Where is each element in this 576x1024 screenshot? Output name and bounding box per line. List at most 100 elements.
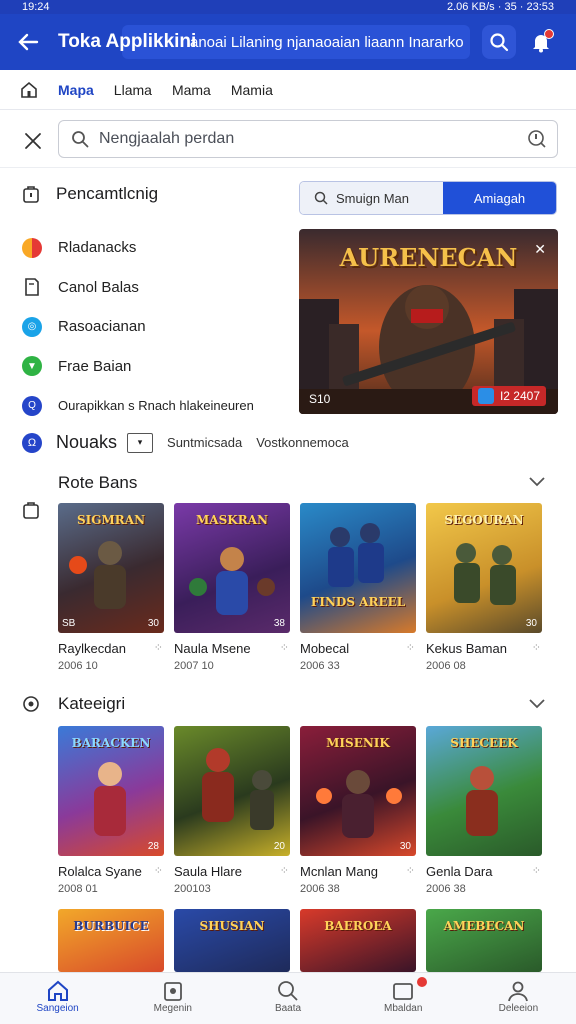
list-item[interactable]: Rladanacks [22, 228, 292, 268]
tab-llama[interactable]: Llama [114, 82, 152, 98]
card-art-title: SHUSIAN [199, 919, 265, 933]
tab-mapa[interactable]: Mapa [58, 82, 94, 98]
card-image: SEGOURAN 30 [426, 503, 542, 633]
chevron-down-icon[interactable] [528, 476, 546, 488]
user-icon [508, 981, 529, 1002]
inbox-icon [393, 983, 414, 1000]
back-button[interactable] [0, 14, 56, 70]
card-figure [316, 770, 402, 838]
nav-label: Megenin [153, 1003, 192, 1014]
more-icon[interactable]: ⁘ [280, 864, 290, 879]
segment-control: Smuign Man Amiagah [299, 181, 557, 215]
tab-mamia[interactable]: Mamia [231, 82, 273, 98]
more-icon[interactable]: ⁘ [532, 864, 542, 879]
nav-profile[interactable]: Deleeion [461, 973, 576, 1024]
bottom-nav: Sangeion Megenin Baata Mbaldan Deleeion [0, 972, 576, 1024]
nav-label: Sangeion [36, 1003, 79, 1014]
card-year: 2007 10 [174, 660, 214, 672]
game-card[interactable]: BAEROEA [300, 909, 416, 972]
card-row: BARACKEN 28 Rolalca Syane ⁘ 2008 01 20 Sa… [58, 726, 542, 895]
nav-library[interactable]: Megenin [115, 973, 230, 1024]
noval-filter-2[interactable]: Vostkonnemoca [256, 435, 349, 450]
more-icon[interactable]: ⁘ [280, 641, 290, 656]
card-tag-right: 30 [147, 618, 159, 629]
more-icon[interactable]: ⁘ [532, 641, 542, 656]
card-year: 2006 33 [300, 660, 340, 672]
card-art-title: FINDS AREEL [310, 595, 406, 609]
game-card[interactable]: BARACKEN 28 Rolalca Syane ⁘ 2008 01 [58, 726, 164, 895]
game-card[interactable]: MISENIK 30 Mcnlan Mang ⁘ 2006 38 [300, 726, 416, 895]
game-card[interactable]: SHECEEK Genla Dara ⁘ 2006 38 [426, 726, 542, 895]
card-name: Saula Hlare [174, 864, 242, 879]
search-input[interactable]: Nengjaalah perdan [58, 120, 558, 158]
card-row: SIGMRAN SB 30 Raylkecdan ⁘ 2006 10 MASKRA… [58, 503, 542, 672]
game-card[interactable]: SHUSIAN [174, 909, 290, 972]
card-year: 2008 01 [58, 883, 98, 895]
search-row: Nengjaalah perdan [0, 114, 576, 168]
voice-search-icon[interactable] [527, 129, 547, 149]
share-icon[interactable]: ✕ [534, 241, 546, 258]
segment-left-label: Smuign Man [336, 190, 409, 206]
game-card[interactable]: MASKRAN 38 Naula Msene ⁘ 2007 10 [174, 503, 290, 672]
nav-inbox[interactable]: Mbaldan [346, 973, 461, 1024]
card-name: Naula Msene [174, 641, 251, 656]
search-button[interactable] [482, 25, 516, 59]
banner-left-label: S10 [309, 392, 331, 406]
game-card[interactable]: 20 Saula Hlare ⁘ 200103 [174, 726, 290, 895]
bag-icon [23, 502, 39, 519]
game-card[interactable]: AMEBECAN [426, 909, 542, 972]
dropdown-icon[interactable]: ▾ [127, 432, 154, 453]
card-year: 2006 08 [426, 660, 466, 672]
card-name: Mobecal [300, 641, 350, 656]
notification-button[interactable] [524, 25, 558, 59]
noval-filter-1[interactable]: Suntmicsada [167, 435, 242, 450]
card-name: Mcnlan Mang [300, 864, 379, 879]
card-year: 200103 [174, 883, 211, 895]
status-bar: 19:24 2.06 KB/s · 35 · 23:53 [0, 0, 576, 14]
app-title: Toka Applikkini [58, 31, 197, 52]
card-image: 20 [174, 726, 290, 856]
more-icon[interactable]: ⁘ [154, 641, 164, 656]
card-tag-right: 20 [273, 841, 285, 852]
card-image: SHECEEK [426, 726, 542, 856]
list-item-label: Frae Baian [58, 357, 132, 375]
game-card[interactable]: SIGMRAN SB 30 Raylkecdan ⁘ 2006 10 [58, 503, 164, 672]
nav-home[interactable]: Sangeion [0, 973, 115, 1024]
nav-label: Baata [274, 1003, 302, 1014]
shield-icon: ▼ [22, 356, 42, 377]
card-figure [69, 541, 126, 609]
tab-home[interactable] [0, 81, 58, 99]
game-card[interactable]: BURBUICE [58, 909, 164, 972]
card-tag-right: 28 [147, 841, 159, 852]
more-icon[interactable]: ⁘ [406, 864, 416, 879]
status-time: 19:24 [22, 1, 50, 13]
more-icon[interactable]: ⁘ [406, 641, 416, 656]
card-year: 2006 38 [300, 883, 340, 895]
segment-active[interactable]: Amiagah [443, 182, 556, 214]
nav-label: Mbaldan [384, 1003, 423, 1014]
card-image: BARACKEN 28 [58, 726, 164, 856]
game-card[interactable]: FINDS AREEL Mobecal ⁘ 2006 33 [300, 503, 416, 672]
chevron-down-icon[interactable] [528, 698, 546, 710]
card-figure [328, 523, 384, 587]
close-button[interactable] [18, 126, 48, 156]
q-icon: Q [22, 395, 42, 416]
back-arrow-icon [18, 33, 39, 51]
app-icon [477, 388, 494, 404]
section-title-kateeigri: Kateeigri [58, 694, 126, 713]
recommend-header: Pencamtlcnig [22, 184, 158, 204]
more-icon[interactable]: ⁘ [154, 864, 164, 879]
list-item[interactable]: ◎ Rasoacianan [22, 307, 292, 347]
tab-mama[interactable]: Mama [172, 82, 211, 98]
search-icon [490, 33, 509, 52]
nav-search[interactable]: Baata [230, 973, 345, 1024]
list-item[interactable]: Q Ourapikkan s Rnach hlakeineuren [22, 386, 292, 426]
card-row: BURBUICE SHUSIAN BAEROEA AMEBECAN [58, 909, 542, 972]
list-item[interactable]: Canol Balas [22, 268, 292, 308]
game-card[interactable]: SEGOURAN 30 Kekus Baman ⁘ 2006 08 [426, 503, 542, 672]
featured-banner[interactable]: AURENECAN ✕ S10 I2 2407 [299, 229, 558, 414]
document-icon [25, 278, 39, 297]
card-figure [94, 762, 126, 836]
segment-search[interactable]: Smuign Man [300, 182, 443, 214]
list-item[interactable]: ▼ Frae Baian [22, 347, 292, 387]
